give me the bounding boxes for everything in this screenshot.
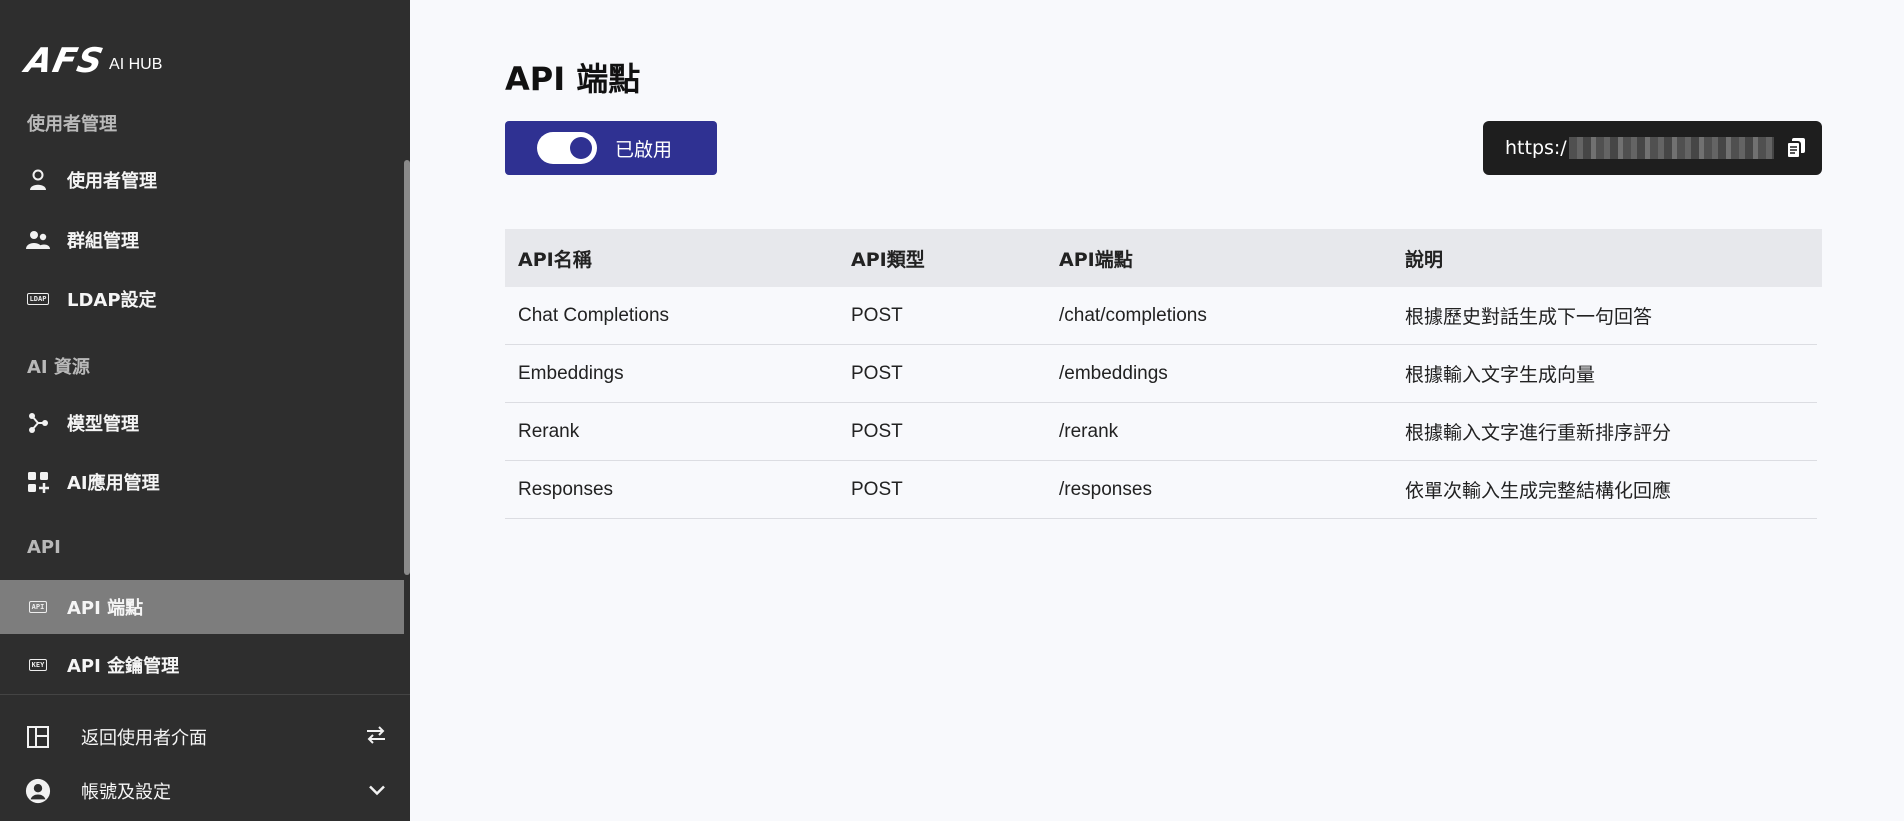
sidebar-item-label: AI應用管理 [67,473,160,494]
cell-name: Embeddings [518,362,624,384]
sidebar-item-label: API 金鑰管理 [67,656,180,677]
section-label-user-management: 使用者管理 [27,114,117,135]
cell-type: POST [851,362,903,384]
table-header: API名稱 API類型 API端點 說明 [505,229,1822,287]
ldap-icon: LDAP [25,287,51,311]
return-to-user-interface[interactable]: 返回使用者介面 [0,712,410,762]
cell-description: 根據輸入文字生成向量 [1405,365,1596,386]
brand-sub: AI HUB [109,56,163,73]
cell-description: 依單次輸入生成完整結構化回應 [1405,481,1672,502]
cell-type: POST [851,420,903,442]
enable-toggle-button[interactable]: 已啟用 [505,121,717,175]
account-icon [25,778,51,804]
cell-name: Rerank [518,420,580,442]
column-header-type: API類型 [851,248,925,271]
table-row: Responses POST /responses 依單次輸入生成完整結構化回應 [505,461,1817,519]
account-settings[interactable]: 帳號及設定 [0,766,410,816]
user-icon [25,168,51,192]
sidebar-item-users[interactable]: 使用者管理 [0,153,404,207]
table-row: Rerank POST /rerank 根據輸入文字進行重新排序評分 [505,403,1817,461]
sidebar-item-label: 使用者管理 [67,171,157,192]
sidebar-divider [0,694,410,695]
toggle-label: 已啟用 [615,138,673,161]
cell-endpoint: /responses [1059,478,1152,500]
sidebar-item-label: 群組管理 [67,231,139,252]
page-title: API 端點 [505,60,641,98]
cell-description: 根據輸入文字進行重新排序評分 [1405,423,1672,444]
sidebar-item-models[interactable]: 模型管理 [0,396,404,450]
cell-type: POST [851,304,903,326]
sidebar-item-label: LDAP設定 [67,290,157,311]
table-row: Embeddings POST /embeddings 根據輸入文字生成向量 [505,345,1817,403]
chevron-down-icon[interactable] [368,782,386,801]
key-icon: KEY [25,653,51,677]
sidebar-item-ai-apps[interactable]: AI應用管理 [0,455,404,509]
cell-description: 根據歷史對話生成下一句回答 [1405,307,1653,328]
cell-endpoint: /rerank [1059,420,1119,442]
layout-icon [25,725,51,749]
model-icon [25,411,51,435]
api-endpoints-table: API名稱 API類型 API端點 說明 Chat Completions PO… [505,229,1822,519]
sidebar-item-api-endpoints[interactable]: API API 端點 [0,580,404,634]
cell-type: POST [851,478,903,500]
sidebar-item-label: API 端點 [67,598,144,619]
swap-icon[interactable] [366,726,386,748]
sidebar: AFS AI HUB 使用者管理 使用者管理 群組管理 LDAP LDAP設定 … [0,0,410,821]
copy-icon[interactable] [1784,136,1808,160]
api-badge: API [28,601,48,613]
section-label-api: API [27,537,61,558]
table-row: Chat Completions POST /chat/completions … [505,287,1817,345]
toggle-knob [570,137,592,159]
main-content: API 端點 已啟用 https:/ API名稱 API類型 API端點 說明 … [410,0,1904,821]
apps-icon [25,470,51,494]
sidebar-item-ldap[interactable]: LDAP LDAP設定 [0,272,404,326]
endpoint-url-text: https:/ [1505,137,1567,159]
group-icon [25,228,51,252]
redacted-url [1568,137,1774,159]
cell-endpoint: /embeddings [1059,362,1168,384]
key-badge: KEY [28,659,48,671]
sidebar-item-api-keys[interactable]: KEY API 金鑰管理 [0,638,404,692]
section-label-ai-resources: AI 資源 [27,357,90,378]
brand-logo[interactable]: AFS AI HUB [21,41,163,81]
endpoint-url-box: https:/ [1483,121,1822,175]
toggle-switch[interactable] [537,132,597,164]
sidebar-item-label: 模型管理 [67,414,139,435]
column-header-name: API名稱 [518,248,592,271]
cell-name: Responses [518,478,614,500]
return-label: 返回使用者介面 [81,728,207,749]
cell-name: Chat Completions [518,304,670,326]
account-label: 帳號及設定 [81,782,171,803]
column-header-endpoint: API端點 [1059,248,1133,271]
brand-mark: AFS [21,41,108,81]
column-header-description: 說明 [1405,248,1444,271]
api-icon: API [25,595,51,619]
sidebar-item-groups[interactable]: 群組管理 [0,213,404,267]
ldap-badge: LDAP [26,293,50,305]
cell-endpoint: /chat/completions [1059,304,1207,326]
